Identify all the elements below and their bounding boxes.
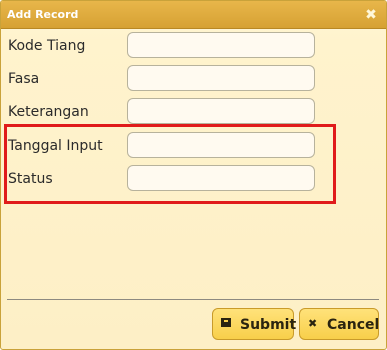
dialog-title: Add Record [7, 8, 79, 21]
field-row-tanggal-input: Tanggal Input [1, 131, 386, 161]
fasa-input[interactable] [127, 65, 315, 91]
tanggal-input-field[interactable] [127, 132, 315, 158]
submit-button[interactable]: Submit [212, 308, 297, 340]
tanggal-input-label: Tanggal Input [8, 138, 103, 154]
footer-divider [7, 299, 379, 300]
field-row-keterangan: Keterangan [1, 97, 386, 127]
dialog-titlebar[interactable]: Add Record ✖ [1, 1, 386, 29]
field-row-status: Status [1, 164, 386, 194]
save-icon [221, 318, 231, 330]
close-icon[interactable]: ✖ [364, 7, 378, 21]
keterangan-label: Keterangan [8, 104, 89, 120]
field-row-fasa: Fasa [1, 64, 386, 94]
status-label: Status [8, 171, 53, 187]
add-record-dialog: Add Record ✖ Kode Tiang Fasa Keterangan … [0, 0, 387, 350]
keterangan-input[interactable] [127, 98, 315, 124]
cancel-button[interactable]: ✖ Cancel [299, 308, 379, 340]
kode-tiang-label: Kode Tiang [8, 38, 86, 54]
kode-tiang-input[interactable] [127, 32, 315, 58]
field-row-kode-tiang: Kode Tiang [1, 31, 386, 61]
status-input[interactable] [127, 165, 315, 191]
submit-label: Submit [240, 317, 297, 333]
fasa-label: Fasa [8, 71, 40, 87]
cancel-label: Cancel [327, 317, 380, 333]
close-icon: ✖ [308, 317, 318, 330]
